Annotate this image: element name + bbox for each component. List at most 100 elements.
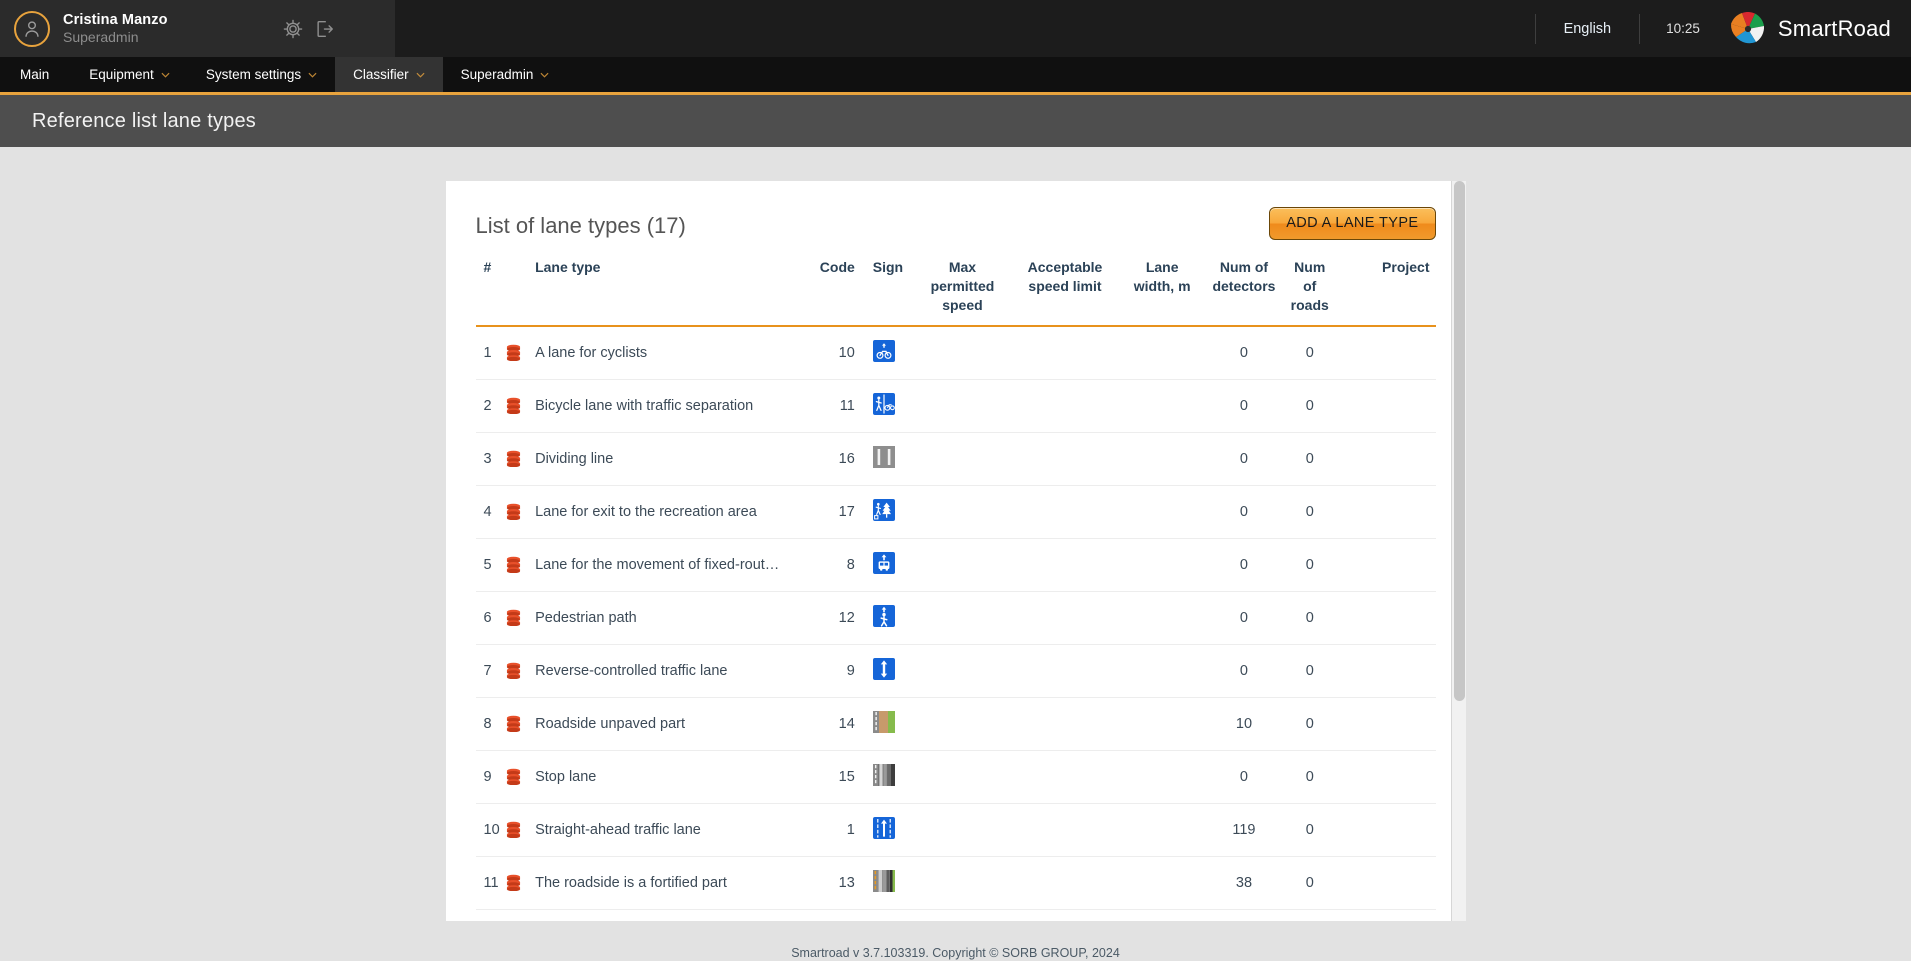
- bicycle-lane-sign: [860, 325, 913, 380]
- table-row[interactable]: 7 Reverse-controlled traffic lane 9 0 0: [475, 644, 1436, 698]
- lane-code: 15: [813, 750, 861, 804]
- add-a-lane-type-button[interactable]: ADD A LANE TYPE: [1269, 207, 1436, 240]
- lane-type-name[interactable]: Straight-ahead traffic lane: [529, 803, 814, 857]
- nav-item-equipment[interactable]: Equipment: [71, 57, 188, 92]
- lane-width: [1117, 538, 1207, 592]
- table-row[interactable]: 3 Dividing line 16 0 0: [475, 432, 1436, 486]
- nav-item-system-settings[interactable]: System settings: [188, 57, 335, 92]
- lane-code: 16: [813, 432, 861, 486]
- database-icon[interactable]: [505, 325, 530, 380]
- table-row[interactable]: 8 Roadside unpaved part 14 10 0: [475, 697, 1436, 751]
- lane-type-name[interactable]: Pedestrian path: [529, 591, 814, 645]
- table-row[interactable]: 6 Pedestrian path 12 0 0: [475, 591, 1436, 645]
- scrollbar-thumb[interactable]: [1453, 181, 1465, 701]
- num-roads: 0: [1281, 432, 1339, 486]
- lane-type-name[interactable]: Lane for exit to the recreation area: [529, 485, 814, 539]
- table-row[interactable]: 10 Straight-ahead traffic lane 1 119 0: [475, 803, 1436, 857]
- u-turn-sign: [860, 909, 913, 921]
- stop-lane-sign: [860, 750, 913, 804]
- table-row[interactable]: 1 A lane for cyclists 10 0 0: [475, 325, 1436, 380]
- num-roads: 0: [1281, 909, 1339, 921]
- database-icon[interactable]: [505, 591, 530, 645]
- database-icon[interactable]: [505, 432, 530, 486]
- max-permitted-speed: [912, 485, 1013, 539]
- lane-code: 9: [813, 644, 861, 698]
- lane-type-name[interactable]: Traffic lane for a U-turn: [529, 909, 814, 921]
- table-row[interactable]: 5 Lane for the movement of fixed-rout… 8…: [475, 538, 1436, 592]
- logout-icon[interactable]: [313, 18, 335, 40]
- lane-type-name[interactable]: The roadside is a fortified part: [529, 856, 814, 910]
- project: [1338, 856, 1436, 910]
- col-header-num-roads[interactable]: Num of roads: [1281, 258, 1338, 326]
- avatar: [14, 10, 50, 47]
- table-row[interactable]: 4 Lane for exit to the recreation area 1…: [475, 485, 1436, 539]
- max-permitted-speed: [912, 697, 1013, 751]
- lane-type-name[interactable]: Roadside unpaved part: [529, 697, 814, 751]
- lane-types-table: # Lane type Code Sign Max permitted spee…: [475, 258, 1436, 921]
- nav-label: Superadmin: [460, 67, 534, 82]
- col-header-sign[interactable]: Sign: [861, 258, 913, 326]
- user-profile-block[interactable]: Cristina Manzo Superadmin: [0, 0, 395, 57]
- database-icon[interactable]: [505, 750, 530, 804]
- acceptable-speed-limit: [1012, 803, 1118, 857]
- table-row[interactable]: 2 Bicycle lane with traffic separation 1…: [475, 379, 1436, 433]
- database-icon[interactable]: [505, 644, 530, 698]
- table-row[interactable]: 11 The roadside is a fortified part 13 3…: [475, 856, 1436, 910]
- gear-icon[interactable]: [282, 18, 304, 40]
- database-icon[interactable]: [505, 379, 530, 433]
- max-permitted-speed: [912, 856, 1013, 910]
- page-footer: Smartroad v 3.7.103319. Copyright © SORB…: [0, 945, 1911, 961]
- num-detectors: 119: [1206, 803, 1282, 857]
- num-detectors: 38: [1206, 856, 1282, 910]
- lane-code: 7: [813, 909, 861, 921]
- nav-item-main[interactable]: Main: [0, 57, 71, 92]
- table-scrollbar[interactable]: [1450, 181, 1466, 921]
- col-header-lane-width[interactable]: Lane width, m: [1118, 258, 1207, 326]
- database-icon[interactable]: [505, 697, 530, 751]
- database-icon[interactable]: [505, 538, 530, 592]
- table-row[interactable]: 9 Stop lane 15 0 0: [475, 750, 1436, 804]
- col-header-num-detectors[interactable]: Num of detectors: [1206, 258, 1281, 326]
- nav-label: Main: [20, 67, 50, 82]
- row-number: 4: [475, 485, 506, 539]
- user-icon: [25, 20, 39, 37]
- lane-type-name[interactable]: Bicycle lane with traffic separation: [529, 379, 814, 433]
- database-icon[interactable]: [505, 803, 530, 857]
- nav-label: System settings: [205, 67, 302, 82]
- lane-width: [1117, 644, 1207, 698]
- project: [1338, 909, 1436, 921]
- project: [1338, 538, 1436, 592]
- col-header-number[interactable]: #: [476, 258, 506, 326]
- database-icon[interactable]: [505, 909, 530, 921]
- lane-code: 13: [813, 856, 861, 910]
- acceptable-speed-limit: [1012, 644, 1118, 698]
- col-header-project[interactable]: Project: [1338, 258, 1435, 326]
- max-permitted-speed: [912, 750, 1013, 804]
- lane-type-name[interactable]: A lane for cyclists: [529, 325, 814, 380]
- col-header-lane-type[interactable]: Lane type: [529, 258, 814, 326]
- lane-type-name[interactable]: Stop lane: [529, 750, 814, 804]
- lane-width: [1117, 856, 1207, 910]
- lane-code: 1: [813, 803, 861, 857]
- lane-type-name[interactable]: Dividing line: [529, 432, 814, 486]
- col-header-icon: [506, 258, 529, 326]
- col-header-code[interactable]: Code: [814, 258, 861, 326]
- lane-type-name[interactable]: Reverse-controlled traffic lane: [529, 644, 814, 698]
- row-number: 12: [475, 909, 506, 921]
- row-number: 9: [475, 750, 506, 804]
- table-row[interactable]: 12 Traffic lane for a U-turn 7 0 0: [475, 909, 1436, 921]
- database-icon[interactable]: [505, 856, 530, 910]
- database-icon[interactable]: [505, 485, 530, 539]
- language-selector[interactable]: English: [1536, 21, 1640, 37]
- num-detectors: 0: [1206, 432, 1282, 486]
- acceptable-speed-limit: [1012, 485, 1118, 539]
- nav-item-classifier[interactable]: Classifier: [335, 57, 443, 92]
- col-header-acceptable-speed[interactable]: Acceptable speed limit: [1012, 258, 1118, 326]
- project: [1338, 325, 1436, 380]
- card-title: List of lane types (17): [475, 213, 686, 238]
- col-header-max-speed[interactable]: Max permitted speed: [913, 258, 1012, 326]
- nav-item-superadmin[interactable]: Superadmin: [443, 57, 568, 92]
- lane-type-name[interactable]: Lane for the movement of fixed-rout…: [529, 538, 814, 592]
- acceptable-speed-limit: [1012, 432, 1118, 486]
- lane-width: [1117, 591, 1207, 645]
